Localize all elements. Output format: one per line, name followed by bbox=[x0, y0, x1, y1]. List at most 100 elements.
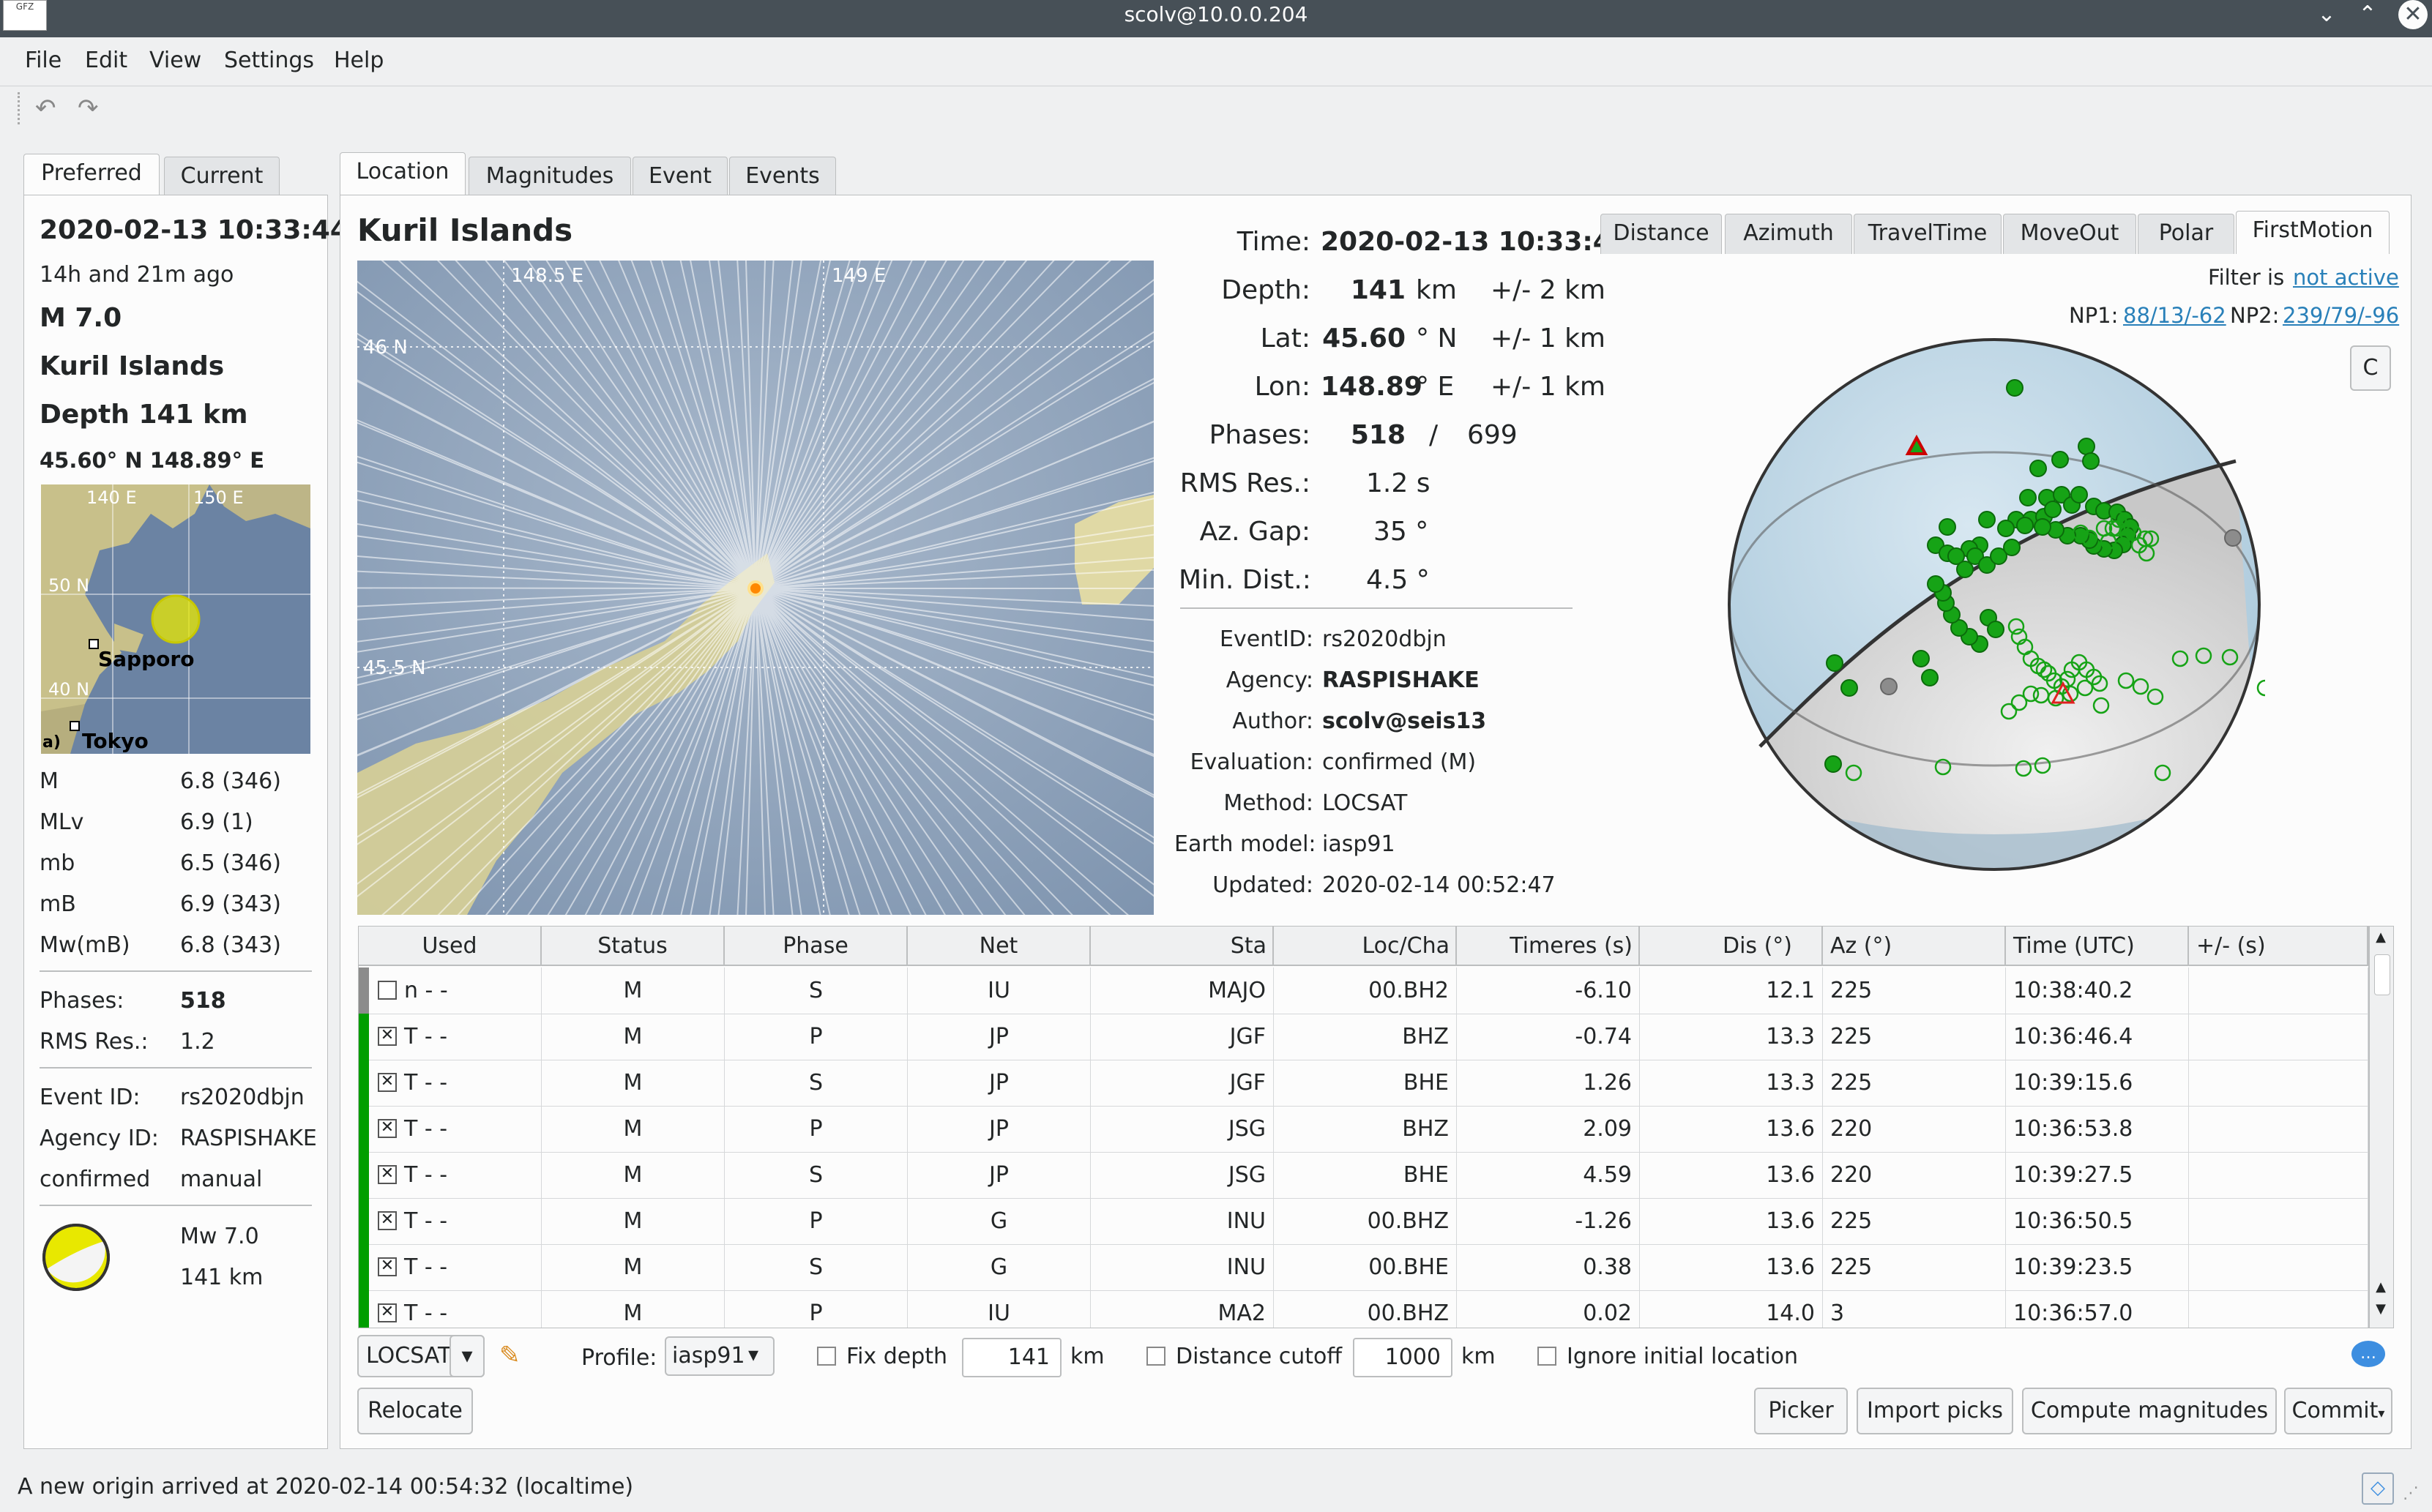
col-error[interactable]: +/- (s) bbox=[2189, 927, 2368, 966]
table-row[interactable]: ✕ T - - M S JP JGF BHE 1.26 13.3 225 10:39:15.6 bbox=[359, 1060, 2368, 1107]
col-sta[interactable]: Sta bbox=[1091, 927, 1274, 966]
menu-view[interactable]: View bbox=[149, 48, 201, 73]
compute-magnitudes-button[interactable]: Compute magnitudes bbox=[2022, 1388, 2277, 1434]
table-row[interactable]: ✕ T - - M P JP JSG BHZ 2.09 13.6 220 10:36:53.8 bbox=[359, 1106, 2368, 1153]
profile-dropdown-icon[interactable]: ▾ bbox=[748, 1342, 758, 1366]
resize-grip-icon[interactable]: ⋰ bbox=[2403, 1484, 2419, 1502]
firstmotion-plot[interactable] bbox=[1723, 337, 2265, 878]
tab-distance[interactable]: Distance bbox=[1600, 214, 1722, 254]
cell-time: 10:39:23.5 bbox=[2006, 1244, 2189, 1290]
table-row[interactable]: ✕ T - - M P JP JGF BHZ -0.74 13.3 225 10:36:46.4 bbox=[359, 1014, 2368, 1060]
menu-edit[interactable]: Edit bbox=[85, 48, 127, 73]
import-picks-button[interactable]: Import picks bbox=[1857, 1388, 2013, 1434]
menu-help[interactable]: Help bbox=[334, 48, 384, 73]
cell-used[interactable]: ✕ T - - bbox=[359, 1014, 542, 1060]
tab-events[interactable]: Events bbox=[729, 157, 836, 197]
undo-icon[interactable]: ↶ bbox=[35, 94, 56, 123]
col-loccha[interactable]: Loc/Cha bbox=[1274, 927, 1457, 966]
tab-location[interactable]: Location bbox=[340, 152, 466, 195]
summary-rms-value: 1.2 bbox=[180, 1029, 215, 1055]
col-used[interactable]: Used bbox=[359, 927, 542, 966]
table-row[interactable]: ✕ T - - M S JP JSG BHE 4.59 13.6 220 10:39:27.5 bbox=[359, 1152, 2368, 1199]
np2-link[interactable]: 239/79/-96 bbox=[2283, 303, 2399, 328]
summary-eventid-value: rs2020dbjn bbox=[180, 1085, 305, 1110]
col-phase[interactable]: Phase bbox=[725, 927, 908, 966]
row-used-checkbox[interactable]: ✕ bbox=[378, 1027, 397, 1046]
cell-dis: 12.1 bbox=[1640, 968, 1823, 1014]
overview-lon1: 140 E bbox=[86, 487, 137, 508]
cell-used[interactable]: n - - bbox=[359, 968, 542, 1014]
cell-dis: 13.3 bbox=[1640, 1014, 1823, 1060]
scroll-thumb[interactable] bbox=[2374, 954, 2390, 995]
plot-options-button[interactable]: C bbox=[2350, 345, 2391, 391]
picks-table[interactable]: Used Status Phase Net Sta Loc/Cha Timere… bbox=[358, 926, 2369, 1328]
status-icon[interactable]: ◇ bbox=[2362, 1472, 2394, 1505]
tab-moveout[interactable]: MoveOut bbox=[2003, 214, 2136, 254]
table-row[interactable]: ✕ T - - M S G INU 00.BHE 0.38 13.6 225 10:39:23.5 bbox=[359, 1244, 2368, 1291]
col-azimuth[interactable]: Az (°) bbox=[1823, 927, 2006, 966]
col-distance[interactable]: Dis (°) bbox=[1640, 927, 1823, 966]
tab-event[interactable]: Event bbox=[633, 157, 728, 197]
row-used-checkbox[interactable]: ✕ bbox=[378, 1303, 397, 1322]
row-used-checkbox[interactable]: ✕ bbox=[378, 1165, 397, 1184]
np1-link[interactable]: 88/13/-62 bbox=[2123, 303, 2226, 328]
scroll-down-icon[interactable]: ▼ bbox=[2373, 1301, 2389, 1317]
chat-icon[interactable]: … bbox=[2351, 1341, 2385, 1367]
cell-phase: P bbox=[725, 1290, 908, 1328]
cell-used[interactable]: ✕ T - - bbox=[359, 1244, 542, 1290]
distance-cutoff-checkbox[interactable] bbox=[1146, 1347, 1165, 1366]
tab-magnitudes[interactable]: Magnitudes bbox=[469, 157, 631, 197]
tab-current[interactable]: Current bbox=[164, 157, 280, 197]
cell-used[interactable]: ✕ T - - bbox=[359, 1198, 542, 1244]
col-net[interactable]: Net bbox=[908, 927, 1091, 966]
fix-depth-checkbox[interactable] bbox=[817, 1347, 836, 1366]
scroll-up-small-icon[interactable]: ▲ bbox=[2373, 1279, 2389, 1295]
cell-net: G bbox=[908, 1198, 1091, 1244]
scroll-up-icon[interactable]: ▲ bbox=[2373, 929, 2389, 946]
maximize-icon[interactable]: ⌃ bbox=[2353, 1, 2382, 31]
picker-button[interactable]: Picker bbox=[1754, 1388, 1848, 1434]
col-timeres[interactable]: Timeres (s) bbox=[1457, 927, 1640, 966]
redo-icon[interactable]: ↷ bbox=[78, 94, 99, 123]
wrench-icon[interactable]: ✎ bbox=[499, 1341, 521, 1370]
cell-used[interactable]: ✕ T - - bbox=[359, 1152, 542, 1198]
tab-traveltime[interactable]: TravelTime bbox=[1854, 214, 2002, 254]
close-icon[interactable]: ✕ bbox=[2398, 0, 2428, 29]
tab-firstmotion[interactable]: FirstMotion bbox=[2236, 211, 2390, 254]
menu-file[interactable]: File bbox=[25, 48, 61, 73]
relocate-button[interactable]: Relocate bbox=[357, 1388, 473, 1434]
compression-marker bbox=[2070, 486, 2088, 504]
table-row[interactable]: ✕ T - - M P IU MA2 00.BHZ 0.02 14.0 3 10:36:57.0 bbox=[359, 1290, 2368, 1328]
menu-settings[interactable]: Settings bbox=[224, 48, 314, 73]
overview-map[interactable]: 140 E 150 E 50 N 40 N Sapporo Tokyo a) bbox=[41, 484, 310, 754]
cell-loccha: 00.BHZ bbox=[1274, 1290, 1457, 1328]
cell-used[interactable]: ✕ T - - bbox=[359, 1290, 542, 1328]
compression-marker bbox=[2078, 438, 2095, 455]
tab-azimuth[interactable]: Azimuth bbox=[1725, 214, 1852, 254]
updated-label: Updated: bbox=[1212, 872, 1313, 898]
cell-used[interactable]: ✕ T - - bbox=[359, 1060, 542, 1106]
tab-polar[interactable]: Polar bbox=[2138, 214, 2234, 254]
commit-label: Commit bbox=[2291, 1398, 2379, 1423]
locator-dropdown-icon[interactable]: ▾ bbox=[450, 1335, 485, 1377]
table-row[interactable]: ✕ T - - M P G INU 00.BHZ -1.26 13.6 225 10:36:50.5 bbox=[359, 1198, 2368, 1245]
row-used-checkbox[interactable] bbox=[378, 981, 397, 1000]
cell-used[interactable]: ✕ T - - bbox=[359, 1106, 542, 1152]
tab-preferred[interactable]: Preferred bbox=[23, 154, 160, 197]
col-status[interactable]: Status bbox=[542, 927, 725, 966]
minimize-icon[interactable]: ⌄ bbox=[2312, 1, 2341, 31]
filter-link[interactable]: not active bbox=[2293, 265, 2399, 290]
ignore-initial-checkbox[interactable] bbox=[1537, 1347, 1556, 1366]
row-used-checkbox[interactable]: ✕ bbox=[378, 1257, 397, 1276]
row-used-checkbox[interactable]: ✕ bbox=[378, 1211, 397, 1230]
table-row[interactable]: n - - M S IU MAJO 00.BH2 -6.10 12.1 225 10:38:40.… bbox=[359, 968, 2368, 1014]
location-map[interactable]: 148.5 E 149 E 46 N 45.5 N bbox=[357, 261, 1154, 915]
fix-depth-input[interactable]: 141 bbox=[962, 1338, 1062, 1377]
commit-button[interactable]: Commit▾ bbox=[2284, 1388, 2392, 1434]
distance-cutoff-input[interactable]: 1000 bbox=[1353, 1338, 1452, 1377]
row-used-checkbox[interactable]: ✕ bbox=[378, 1073, 397, 1092]
location-region: Kuril Islands bbox=[357, 212, 573, 248]
table-scrollbar[interactable]: ▲ ▲ ▼ bbox=[2369, 926, 2394, 1328]
row-used-checkbox[interactable]: ✕ bbox=[378, 1119, 397, 1138]
col-time[interactable]: Time (UTC) bbox=[2006, 927, 2189, 966]
